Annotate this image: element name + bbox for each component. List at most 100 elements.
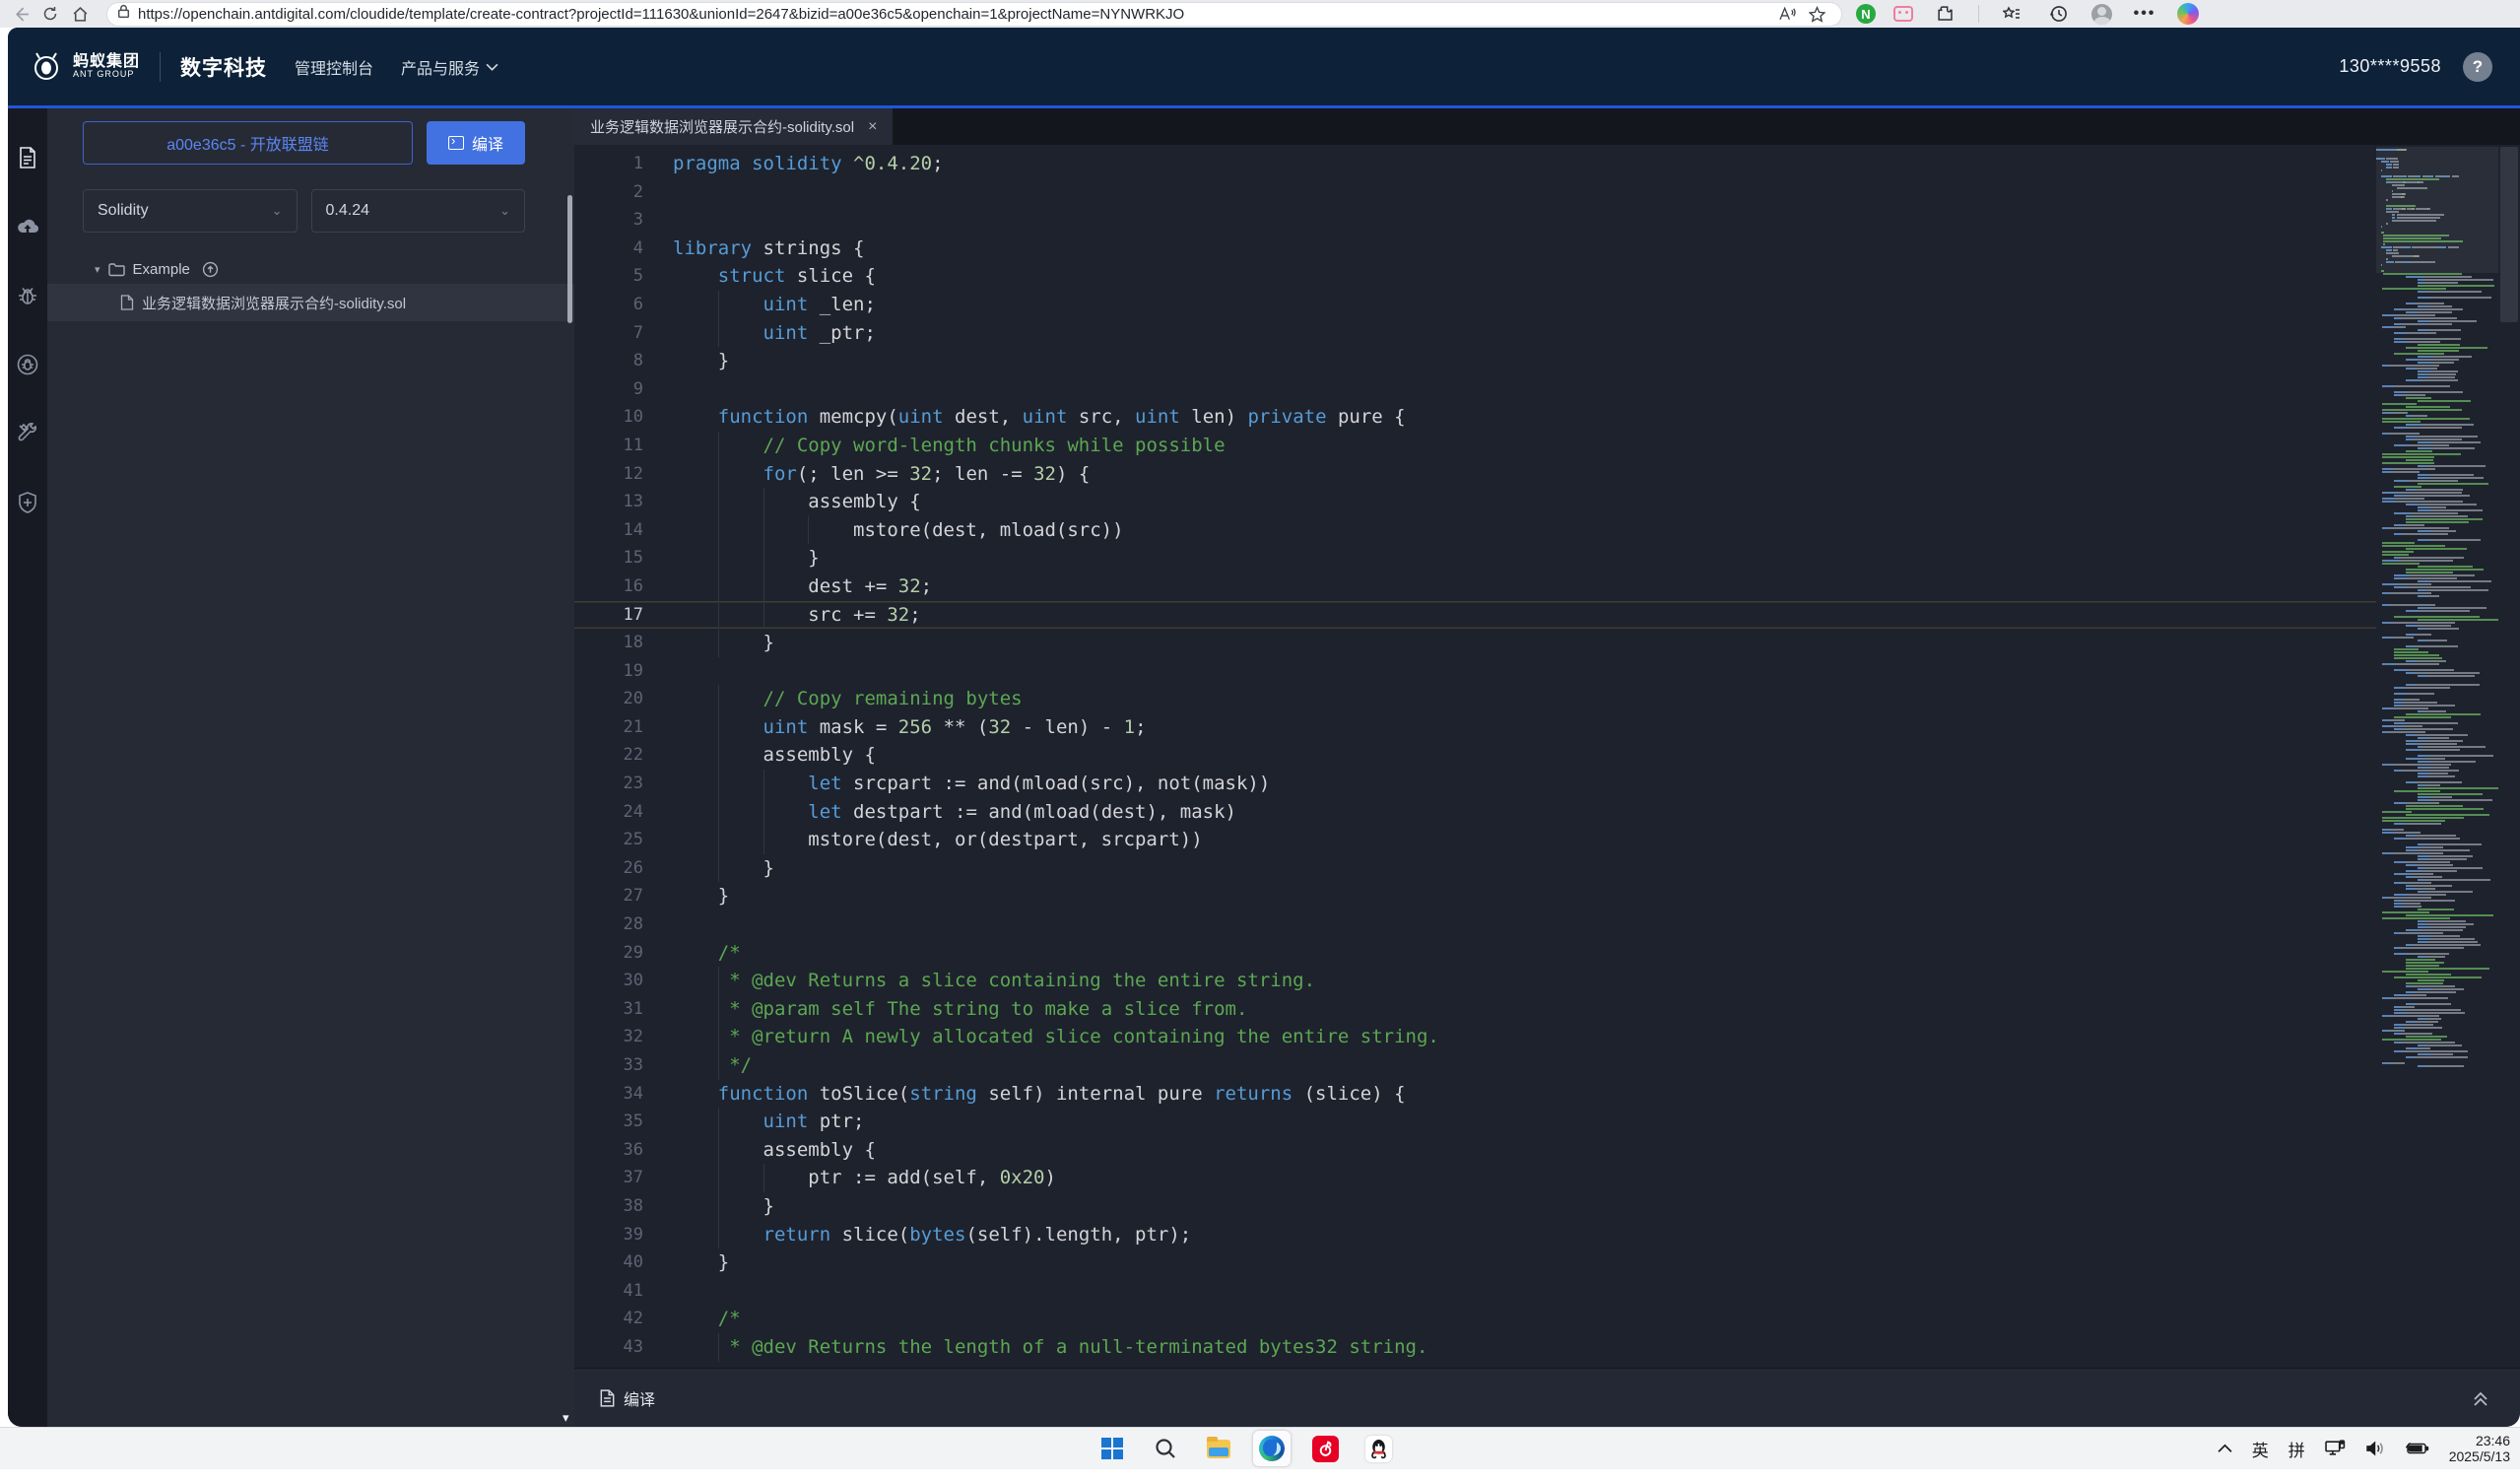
ime-pinyin-indicator[interactable]: 拼	[2288, 1437, 2305, 1461]
files-icon[interactable]	[16, 146, 39, 169]
code-line: 16 dest += 32;	[574, 572, 2376, 601]
code-line: 30 * @dev Returns a slice containing the…	[574, 967, 2376, 995]
code-line: 33 */	[574, 1051, 2376, 1080]
file-explorer-icon[interactable]	[1200, 1431, 1237, 1466]
file-tree: ▾ Example 业务逻辑数据浏览器展示合约-solidity.sol	[47, 254, 574, 321]
product-title: 数字科技	[180, 52, 267, 82]
folder-icon	[108, 262, 125, 277]
code-line: 12 for(; len >= 32; len -= 32) {	[574, 460, 2376, 489]
tree-folder-example[interactable]: ▾ Example	[47, 254, 574, 284]
code-line: 38 }	[574, 1192, 2376, 1221]
cloud-ide-app: 蚂蚁集团 ANT GROUP 数字科技 管理控制台 产品与服务 130****9…	[8, 28, 2520, 1427]
tray-expand-icon[interactable]	[2218, 1444, 2232, 1453]
chain-selector[interactable]: a00e36c5 - 开放联盟链	[83, 121, 413, 165]
nav-console[interactable]: 管理控制台	[295, 55, 373, 79]
code-line: 3	[574, 206, 2376, 235]
address-bar[interactable]: https://openchain.antdigital.com/cloudid…	[106, 2, 1842, 27]
chevron-down-icon: ⌄	[499, 203, 510, 219]
extension-tv-icon[interactable]	[1893, 6, 1913, 22]
code-line: 23 let srcpart := and(mload(src), not(ma…	[574, 770, 2376, 798]
taskbar-clock[interactable]: 23:46 2025/5/13	[2449, 1433, 2510, 1464]
code-line: 31 * @param self The string to make a sl…	[574, 995, 2376, 1024]
close-icon[interactable]: ×	[868, 118, 877, 136]
code-line: 5 struct slice {	[574, 262, 2376, 291]
browser-back-button[interactable]	[6, 2, 35, 26]
file-icon	[120, 295, 134, 310]
cloud-upload-icon[interactable]	[16, 215, 39, 238]
header-divider	[160, 52, 161, 82]
qq-icon[interactable]	[1359, 1431, 1397, 1466]
language-select[interactable]: Solidity ⌄	[83, 189, 298, 233]
code-editor[interactable]: 1pragma solidity ^0.4.20;234library stri…	[574, 145, 2376, 1368]
code-line: 14 mstore(dest, mload(src))	[574, 516, 2376, 545]
code-line: 18 }	[574, 629, 2376, 657]
favorite-star-icon[interactable]	[1802, 2, 1831, 26]
site-lock-icon[interactable]	[117, 4, 130, 24]
code-line: 9	[574, 375, 2376, 404]
start-button[interactable]	[1094, 1431, 1131, 1466]
expand-panel-icon[interactable]	[2471, 1388, 2490, 1408]
settings-more-icon[interactable]: •••	[2130, 2, 2159, 26]
bug-icon[interactable]	[16, 284, 39, 307]
ant-group-logo[interactable]: 蚂蚁集团 ANT GROUP	[30, 50, 140, 84]
minimap[interactable]	[2376, 145, 2498, 1368]
clock-time: 23:46	[2449, 1433, 2510, 1448]
taskbar-search-icon[interactable]	[1147, 1431, 1184, 1466]
code-line: 26 }	[574, 854, 2376, 883]
account-phone[interactable]: 130****9558	[2339, 56, 2441, 77]
history-icon[interactable]	[2044, 2, 2074, 26]
clock-date: 2025/5/13	[2449, 1448, 2510, 1464]
editor-scrollbar[interactable]	[2498, 145, 2520, 1368]
browser-refresh-button[interactable]	[35, 2, 65, 26]
compile-button[interactable]: 编译	[427, 121, 525, 165]
panel-resize-handle[interactable]: ▾	[563, 1410, 569, 1426]
bug-scan-icon[interactable]	[16, 353, 39, 376]
extensions-puzzle-icon[interactable]	[1931, 2, 1960, 26]
browser-home-button[interactable]	[65, 2, 95, 26]
panel-scrollbar[interactable]	[567, 195, 572, 323]
code-line: 1pragma solidity ^0.4.20;	[574, 150, 2376, 178]
code-line: 7 uint _ptr;	[574, 319, 2376, 348]
url-text[interactable]: https://openchain.antdigital.com/cloudid…	[138, 6, 1772, 23]
minimap-viewport	[2376, 147, 2498, 273]
browser-profile-avatar[interactable]	[2091, 4, 2112, 25]
code-line: 2	[574, 178, 2376, 207]
code-line: 27 }	[574, 882, 2376, 910]
code-line: 15 }	[574, 544, 2376, 572]
tools-icon[interactable]	[16, 422, 39, 445]
cast-device-icon[interactable]	[2325, 1440, 2346, 1457]
ime-english-indicator[interactable]: 英	[2252, 1437, 2269, 1461]
caret-down-icon[interactable]: ▾	[95, 263, 100, 276]
bottom-compile-tab[interactable]: 编译	[600, 1386, 655, 1410]
document-icon	[600, 1389, 615, 1407]
code-line: 22 assembly {	[574, 741, 2376, 770]
volume-icon[interactable]	[2365, 1440, 2386, 1457]
nav-products[interactable]: 产品与服务	[401, 55, 498, 79]
code-line: 4library strings {	[574, 235, 2376, 263]
chevron-down-icon	[486, 63, 498, 71]
code-line: 29 /*	[574, 939, 2376, 968]
netease-music-icon[interactable]	[1306, 1431, 1344, 1466]
cloud-upload-small-icon[interactable]	[202, 261, 219, 278]
code-line: 20 // Copy remaining bytes	[574, 685, 2376, 713]
code-line: 34 function toSlice(string self) interna…	[574, 1080, 2376, 1109]
shield-plus-icon[interactable]	[16, 491, 39, 514]
brand-cn: 蚂蚁集团	[73, 53, 140, 71]
help-icon[interactable]: ?	[2463, 52, 2492, 82]
terminal-icon	[448, 136, 464, 150]
tree-file-contract[interactable]: 业务逻辑数据浏览器展示合约-solidity.sol	[47, 284, 574, 321]
copilot-icon[interactable]	[2177, 3, 2199, 25]
scrollbar-thumb[interactable]	[2500, 147, 2518, 322]
version-select[interactable]: 0.4.24 ⌄	[311, 189, 526, 233]
tab-contract-file[interactable]: 业务逻辑数据浏览器展示合约-solidity.sol ×	[574, 108, 893, 145]
code-line: 19	[574, 657, 2376, 686]
extension-n-icon[interactable]: N	[1856, 4, 1876, 24]
code-line: 37 ptr := add(self, 0x20)	[574, 1164, 2376, 1192]
battery-charging-icon[interactable]	[2406, 1441, 2429, 1456]
edge-browser-icon[interactable]	[1253, 1431, 1291, 1466]
read-aloud-icon[interactable]	[1772, 2, 1802, 26]
code-line: 36 assembly {	[574, 1136, 2376, 1165]
code-line: 40 }	[574, 1248, 2376, 1277]
code-line: 8 }	[574, 347, 2376, 375]
collections-icon[interactable]	[1997, 2, 2026, 26]
